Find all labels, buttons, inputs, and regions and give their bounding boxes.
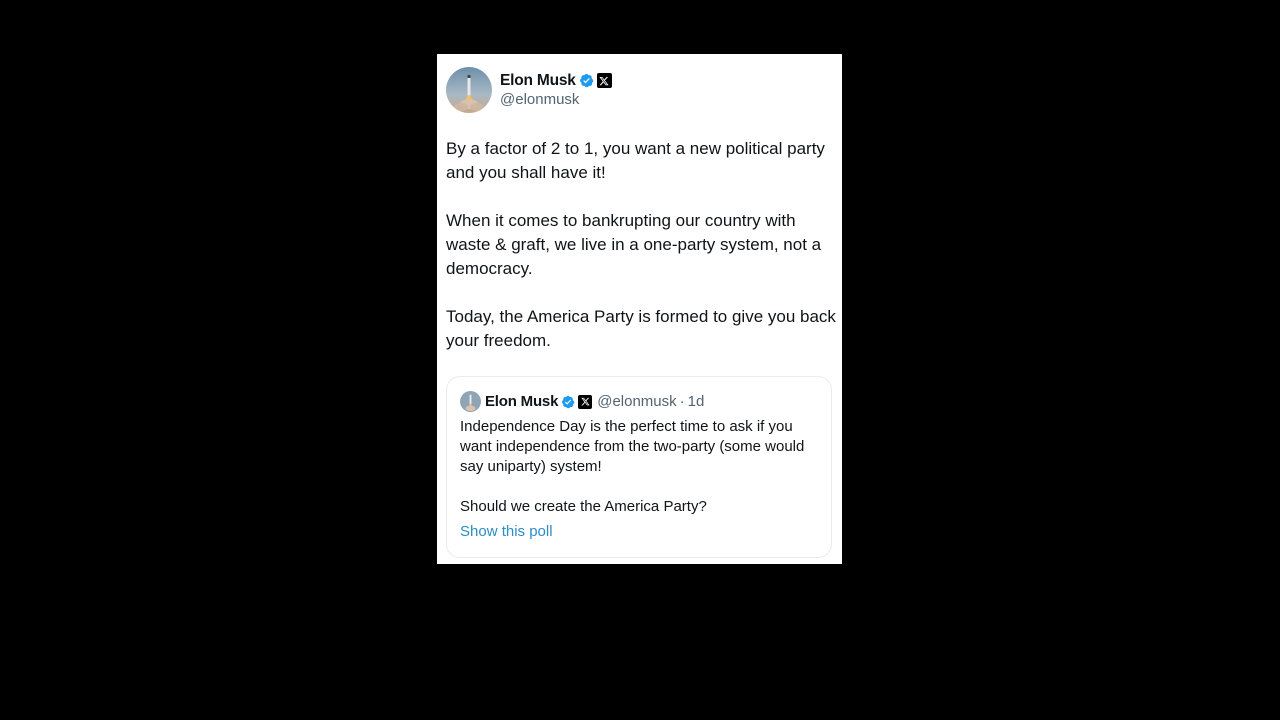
tweet-card: Elon Musk @elonmusk By a factor of 2 to …: [437, 54, 842, 564]
tweet-paragraph: Today, the America Party is formed to gi…: [446, 307, 836, 350]
tweet-paragraph: When it comes to bankrupting our country…: [446, 211, 822, 278]
x-logo-icon: [578, 394, 593, 409]
tweet-paragraph: By a factor of 2 to 1, you want a new po…: [446, 139, 825, 182]
name-row: Elon Musk: [500, 71, 612, 90]
quoted-paragraph: Should we create the America Party?: [460, 498, 707, 515]
quoted-tweet[interactable]: Elon Musk @elonmusk · 1d Independence Da…: [446, 376, 832, 558]
rocket-launch-avatar-icon: [460, 391, 481, 412]
quoted-tweet-header: Elon Musk @elonmusk · 1d: [460, 391, 704, 412]
quoted-timestamp: 1d: [687, 393, 705, 410]
quoted-tweet-text: Independence Day is the perfect time to …: [460, 417, 820, 537]
quoted-paragraph: Independence Day is the perfect time to …: [460, 418, 805, 475]
author-name[interactable]: Elon Musk: [500, 71, 576, 90]
separator-dot: ·: [679, 393, 685, 410]
show-poll-link[interactable]: Show this poll: [460, 523, 553, 540]
author-block: Elon Musk @elonmusk: [500, 71, 612, 109]
quoted-author-handle: @elonmusk: [597, 393, 677, 410]
x-logo-icon: [596, 73, 612, 88]
quoted-author-name: Elon Musk: [485, 393, 559, 410]
tweet-text: By a factor of 2 to 1, you want a new po…: [446, 137, 836, 377]
verified-badge-icon: [562, 395, 575, 408]
rocket-launch-avatar-icon: [446, 67, 492, 113]
avatar[interactable]: [446, 67, 492, 113]
author-handle[interactable]: @elonmusk: [500, 90, 612, 109]
verified-badge-icon: [579, 73, 594, 88]
quoted-avatar: [460, 391, 481, 412]
tweet-header: Elon Musk @elonmusk: [446, 67, 612, 113]
